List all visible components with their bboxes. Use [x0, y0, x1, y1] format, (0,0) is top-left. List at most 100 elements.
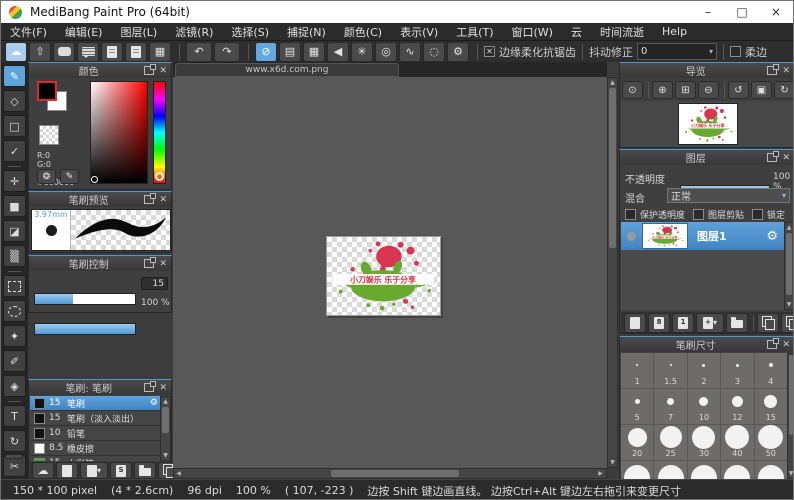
menu-select[interactable]: 选择(S) [222, 24, 278, 40]
brush-size-slider[interactable] [34, 293, 136, 305]
scroll-up-icon[interactable]: ▲ [608, 78, 617, 87]
close-panel-icon[interactable]: ✕ [159, 259, 167, 269]
snap-settings-button[interactable]: ⚙ [447, 42, 469, 62]
menu-help[interactable]: Help [653, 25, 696, 38]
brush-cloud-button[interactable]: ☁ [32, 462, 54, 479]
fill-rect-tool[interactable]: ■ [3, 195, 26, 217]
comment-button[interactable] [53, 42, 75, 62]
palette-edit-button[interactable]: ✎ [60, 169, 79, 184]
clipping-checkbox[interactable] [693, 209, 704, 220]
close-panel-icon[interactable]: ✕ [159, 383, 167, 393]
new-8bit-layer-button[interactable]: 8 [648, 313, 670, 333]
magic-wand-tool[interactable]: ✦ [3, 325, 26, 347]
move-tool[interactable]: ✛ [3, 170, 26, 192]
brush-list-scrollbar[interactable]: ▲ ▼ [160, 396, 171, 461]
scroll-down-icon[interactable]: ▼ [608, 458, 617, 467]
canvas-vscrollbar[interactable]: ▲ ▼ [607, 77, 618, 468]
hscrollbar-thumb[interactable] [331, 470, 459, 477]
strip-grip[interactable] [5, 454, 23, 459]
palette-button[interactable]: ❂ [37, 169, 56, 184]
snap-ellipse-button[interactable]: ◌ [423, 42, 445, 62]
size-cell[interactable]: 20 [621, 425, 654, 461]
size-cell[interactable] [688, 461, 721, 479]
shape-brush-tool[interactable]: □ [3, 115, 26, 137]
gear-icon[interactable]: ⚙ [150, 398, 158, 408]
brush-size-value[interactable]: 15 [141, 277, 168, 290]
close-panel-icon[interactable]: ✕ [782, 153, 790, 163]
snap-radial-button[interactable]: ✳ [351, 42, 373, 62]
size-cell[interactable]: 40 [721, 425, 754, 461]
scroll-left-icon[interactable]: ◀ [174, 469, 183, 478]
menu-color[interactable]: 颜色(C) [335, 24, 391, 40]
scroll-down-icon[interactable]: ▼ [785, 300, 793, 309]
bucket-tool[interactable]: ◪ [3, 220, 26, 242]
layer-thumbnail[interactable]: 小刀娱乐 乐于分享 [642, 223, 688, 249]
soft-edge-checkbox[interactable] [730, 46, 741, 57]
document-button[interactable] [101, 42, 123, 62]
scroll-down-icon[interactable]: ▼ [161, 451, 170, 460]
brush-row[interactable]: 10 铅笔 [30, 426, 160, 441]
canvas-viewport[interactable]: 小刀娱乐 乐于分享 [173, 77, 607, 468]
menu-file[interactable]: 文件(F) [1, 24, 56, 40]
snap-curve-button[interactable]: ∿ [399, 42, 421, 62]
popout-icon[interactable] [767, 66, 777, 75]
size-cell[interactable]: 15 [755, 389, 788, 425]
brush-row[interactable]: 8.5 橡皮擦 [30, 441, 160, 456]
antialias-checkbox[interactable]: ✕ [484, 46, 495, 57]
size-cell[interactable]: 10 [688, 389, 721, 425]
popout-icon[interactable] [144, 259, 154, 268]
protect-alpha-checkbox[interactable] [625, 209, 636, 220]
menu-tools[interactable]: 工具(T) [447, 24, 502, 40]
size-cell[interactable]: 25 [654, 425, 687, 461]
layer-list-scrollbar[interactable]: ▲ ▼ [784, 222, 794, 310]
cloud-button[interactable]: ☁ [5, 42, 27, 62]
foreground-color-swatch[interactable] [37, 81, 57, 101]
size-cell[interactable]: 12 [721, 389, 754, 425]
scrollbar-thumb[interactable] [786, 233, 792, 295]
canvas-image[interactable]: 小刀娱乐 乐于分享 [326, 236, 441, 316]
select-pen-tool[interactable]: ✐ [3, 350, 26, 372]
size-cell[interactable]: 1 [621, 353, 654, 389]
scroll-up-icon[interactable]: ▲ [785, 223, 793, 232]
canvas-hscrollbar[interactable]: ◀ ▶ [173, 468, 607, 479]
hue-marker[interactable] [155, 172, 164, 181]
reset-rotation-button[interactable]: ▣ [751, 81, 772, 99]
scroll-up-icon[interactable]: ▲ [161, 397, 170, 406]
sv-picker-marker[interactable] [91, 176, 98, 183]
brush-size-scrollbar[interactable]: ▼ [787, 353, 794, 479]
scrollbar-thumb[interactable] [162, 407, 169, 433]
navigator-thumbnail[interactable]: 小刀娱乐 乐于分享 [678, 103, 738, 145]
size-cell[interactable] [721, 461, 754, 479]
snap-vanishing-button[interactable]: ◀ [327, 42, 349, 62]
size-cell[interactable]: 50 [755, 425, 788, 461]
duplicate-layer-button[interactable] [757, 313, 779, 333]
snap-parallel-button[interactable]: ▤ [279, 42, 301, 62]
popout-icon[interactable] [144, 195, 154, 204]
close-panel-icon[interactable]: ✕ [159, 195, 167, 205]
menu-view[interactable]: 表示(V) [391, 24, 447, 40]
export-button[interactable]: ⇧ [29, 42, 51, 62]
blend-select[interactable]: 正常 ▾ [667, 188, 790, 203]
undo-button[interactable]: ↶ [186, 42, 212, 62]
brush-opacity-slider[interactable] [34, 323, 136, 335]
lasso-tool[interactable] [3, 300, 26, 322]
fit-screen-button[interactable]: ⊞ [675, 81, 696, 99]
close-panel-icon[interactable]: ✕ [782, 66, 790, 76]
size-cell[interactable] [755, 461, 788, 479]
new-layer-button[interactable] [624, 313, 646, 333]
menu-window[interactable]: 窗口(W) [503, 24, 562, 40]
stabilizer-select[interactable]: 0 ▾ [637, 43, 717, 60]
menu-layer[interactable]: 图层(L) [111, 24, 166, 40]
snap-grid-button[interactable]: ▦ [303, 42, 325, 62]
snap-concentric-button[interactable]: ◎ [375, 42, 397, 62]
layer-row-selected[interactable]: 小刀娱乐 乐于分享 图层1 ⚙ [621, 222, 784, 250]
size-cell[interactable]: 4 [755, 353, 788, 389]
transparent-color-swatch[interactable] [39, 125, 59, 145]
brush-row[interactable]: 15 笔刷（淡入淡出） [30, 411, 160, 426]
menu-edit[interactable]: 编辑(E) [56, 24, 112, 40]
popout-icon[interactable] [144, 66, 154, 75]
popout-icon[interactable] [767, 153, 777, 162]
rotate-right-button[interactable]: ↻ [774, 81, 794, 99]
popout-icon[interactable] [144, 383, 154, 392]
zoom-ratio-button[interactable]: ⊙ [622, 81, 643, 99]
